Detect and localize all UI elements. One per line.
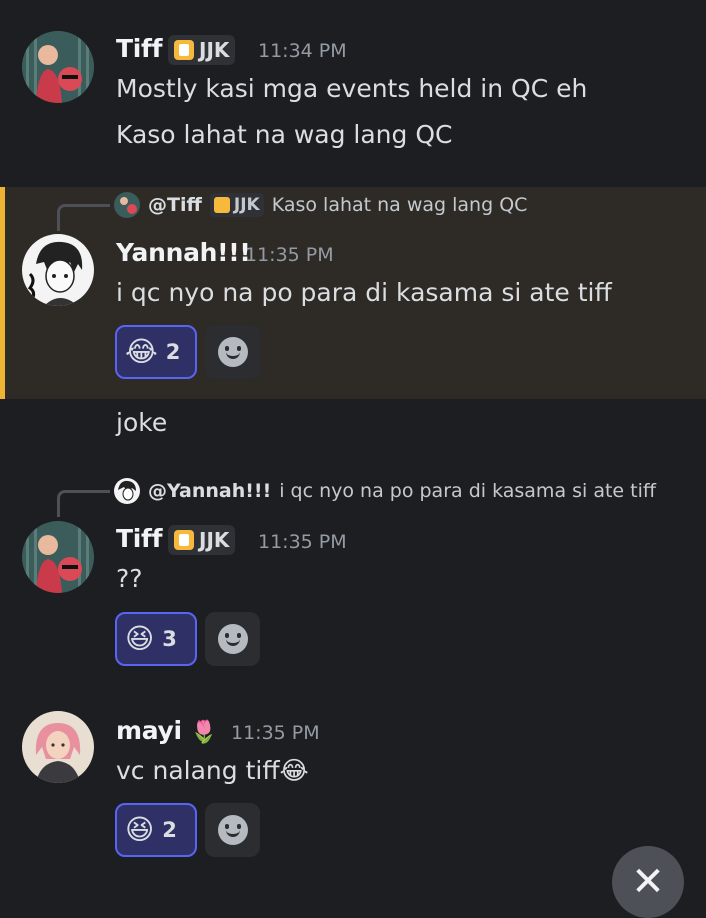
avatar-mayi[interactable] bbox=[22, 711, 94, 783]
reaction-button[interactable]: 😆 3 bbox=[115, 612, 197, 666]
role-badge-icon bbox=[213, 197, 230, 213]
reply-text: i qc nyo na po para di kasama si ate tif… bbox=[279, 480, 656, 502]
joy-emoji-icon: 😂 bbox=[125, 335, 158, 368]
reply-username: @Tiff bbox=[148, 194, 202, 216]
role-tag[interactable]: JJK bbox=[168, 525, 236, 555]
message-text: Mostly kasi mga events held in QC eh bbox=[116, 74, 588, 103]
message-text: ?? bbox=[116, 564, 143, 593]
reply-avatar bbox=[114, 192, 140, 218]
reply-preview[interactable]: @Tiff JJK Kaso lahat na wag lang QC bbox=[114, 192, 527, 218]
reaction-button[interactable]: 😆 2 bbox=[115, 803, 197, 857]
timestamp: 11:35 PM bbox=[258, 531, 347, 553]
add-reaction-button[interactable] bbox=[205, 803, 260, 857]
reaction-count: 3 bbox=[162, 627, 177, 651]
smiley-icon bbox=[217, 337, 248, 367]
avatar-tiff[interactable] bbox=[22, 521, 94, 593]
username-yannah[interactable]: Yannah!!! bbox=[116, 238, 251, 267]
add-reaction-button[interactable] bbox=[205, 325, 260, 379]
tulip-icon: 🌷 bbox=[190, 720, 218, 745]
username-tiff[interactable]: Tiff bbox=[116, 34, 162, 63]
reply-username: @Yannah!!! bbox=[148, 480, 272, 502]
reaction-button[interactable]: 😂 2 bbox=[115, 325, 197, 379]
message-text: vc nalang tiff😂 bbox=[116, 756, 309, 785]
laughing-emoji-icon: 😆 bbox=[125, 813, 155, 846]
message-text: i qc nyo na po para di kasama si ate tif… bbox=[116, 278, 612, 307]
laughing-emoji-icon: 😆 bbox=[125, 622, 155, 655]
timestamp: 11:34 PM bbox=[258, 40, 347, 62]
avatar-yannah[interactable] bbox=[22, 234, 94, 306]
username-tiff[interactable]: Tiff bbox=[116, 524, 162, 553]
role-tag[interactable]: JJK bbox=[168, 35, 236, 65]
username-mayi[interactable]: mayi 🌷 bbox=[116, 716, 218, 745]
reply-preview[interactable]: @Yannah!!! i qc nyo na po para di kasama… bbox=[114, 478, 656, 504]
role-badge-icon bbox=[174, 530, 194, 550]
timestamp: 11:35 PM bbox=[245, 244, 334, 266]
message-text: Kaso lahat na wag lang QC bbox=[116, 120, 453, 149]
smiley-icon bbox=[217, 624, 248, 654]
role-badge-icon bbox=[174, 40, 194, 60]
reply-role-tag: JJK bbox=[209, 193, 264, 217]
reaction-count: 2 bbox=[162, 818, 177, 842]
reply-avatar bbox=[114, 478, 140, 504]
smiley-icon bbox=[217, 815, 248, 845]
timestamp: 11:35 PM bbox=[231, 722, 320, 744]
avatar-tiff[interactable] bbox=[22, 31, 94, 103]
close-icon: ✕ bbox=[631, 859, 665, 905]
add-reaction-button[interactable] bbox=[205, 612, 260, 666]
reply-spine bbox=[57, 204, 110, 231]
message-text: joke bbox=[116, 408, 168, 437]
close-button[interactable]: ✕ bbox=[612, 846, 684, 918]
reply-spine bbox=[57, 490, 110, 517]
reaction-count: 2 bbox=[165, 340, 181, 364]
reply-text: Kaso lahat na wag lang QC bbox=[271, 194, 528, 216]
